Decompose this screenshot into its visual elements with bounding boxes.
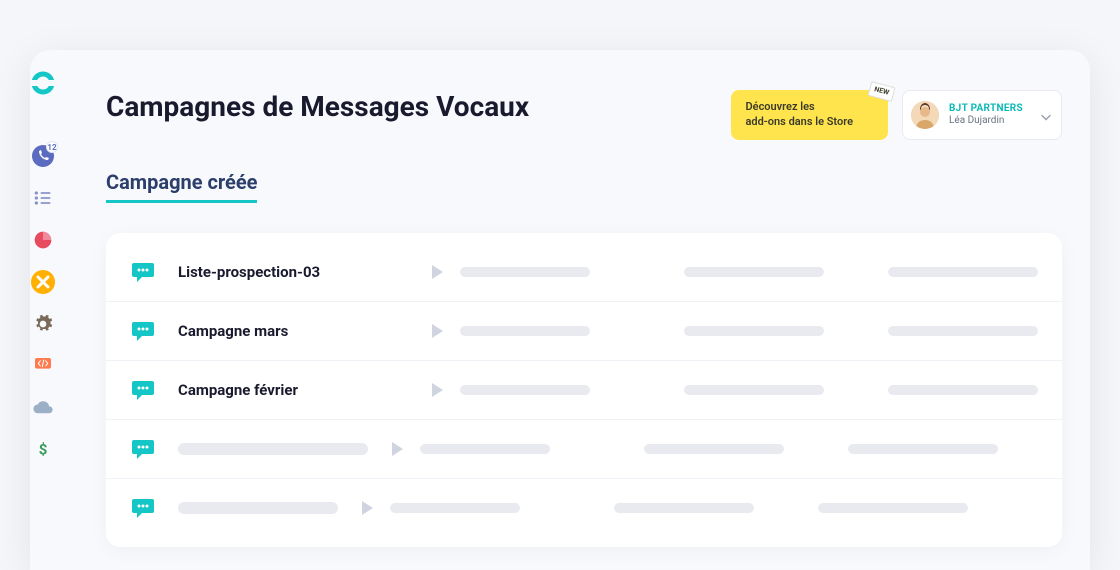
header: Campagnes de Messages Vocaux Découvrez l… bbox=[106, 90, 1062, 140]
sidebar-pie-icon[interactable] bbox=[31, 228, 55, 252]
table-row[interactable] bbox=[106, 420, 1062, 479]
play-button[interactable] bbox=[430, 323, 444, 339]
tab-campaign-created[interactable]: Campagne créée bbox=[106, 170, 257, 203]
placeholder-bar bbox=[888, 326, 1038, 336]
campaign-name: Liste-prospection-03 bbox=[178, 263, 408, 281]
placeholder-bar bbox=[614, 503, 754, 513]
play-button[interactable] bbox=[430, 264, 444, 280]
chat-bubble-icon bbox=[130, 436, 156, 462]
campaign-name: Campagne mars bbox=[178, 322, 408, 340]
campaigns-card: Liste-prospection-03 Campagne mars bbox=[106, 233, 1062, 547]
svg-text:$: $ bbox=[39, 441, 48, 459]
account-company: BJT PARTNERS bbox=[949, 103, 1023, 115]
campaign-name-placeholder bbox=[178, 443, 368, 455]
table-row[interactable]: Campagne février bbox=[106, 361, 1062, 420]
placeholder-bar bbox=[420, 444, 550, 454]
placeholder-bar bbox=[684, 385, 824, 395]
play-button[interactable] bbox=[360, 500, 374, 516]
account-selector[interactable]: BJT PARTNERS Léa Dujardin bbox=[902, 90, 1062, 140]
promo-line2: add-ons dans le Store bbox=[745, 115, 853, 128]
promo-ribbon: NEW bbox=[867, 81, 895, 102]
chat-bubble-icon bbox=[130, 318, 156, 344]
chevron-down-icon bbox=[1041, 105, 1051, 124]
sidebar: 12 $ bbox=[30, 50, 56, 570]
placeholder-bar bbox=[888, 385, 1038, 395]
sidebar-list-icon[interactable] bbox=[31, 186, 55, 210]
sidebar-gear-icon[interactable] bbox=[31, 312, 55, 336]
play-button[interactable] bbox=[390, 441, 404, 457]
sidebar-cloud-icon[interactable] bbox=[31, 396, 55, 420]
table-row[interactable]: Liste-prospection-03 bbox=[106, 243, 1062, 302]
placeholder-bar bbox=[888, 267, 1038, 277]
sidebar-code-icon[interactable] bbox=[31, 354, 55, 378]
chat-bubble-icon bbox=[130, 377, 156, 403]
app-frame: 12 $ Campagnes de Messages Vocaux bbox=[30, 50, 1090, 570]
placeholder-bar bbox=[644, 444, 784, 454]
app-logo-icon bbox=[30, 70, 56, 96]
campaign-name: Campagne février bbox=[178, 381, 408, 399]
table-row[interactable]: Campagne mars bbox=[106, 302, 1062, 361]
table-row[interactable] bbox=[106, 479, 1062, 537]
main-content: Campagnes de Messages Vocaux Découvrez l… bbox=[56, 50, 1090, 570]
sidebar-phone-icon[interactable]: 12 bbox=[31, 144, 55, 168]
avatar bbox=[911, 101, 939, 129]
placeholder-bar bbox=[684, 326, 824, 336]
placeholder-bar bbox=[460, 326, 590, 336]
placeholder-bar bbox=[818, 503, 968, 513]
placeholder-bar bbox=[848, 444, 998, 454]
phone-badge: 12 bbox=[46, 141, 58, 153]
chat-bubble-icon bbox=[130, 495, 156, 521]
placeholder-bar bbox=[684, 267, 824, 277]
placeholder-bar bbox=[390, 503, 520, 513]
placeholder-bar bbox=[460, 267, 590, 277]
chat-bubble-icon bbox=[130, 259, 156, 285]
sidebar-dollar-icon[interactable]: $ bbox=[31, 438, 55, 462]
page-title: Campagnes de Messages Vocaux bbox=[106, 90, 529, 123]
campaign-name-placeholder bbox=[178, 502, 338, 514]
account-user: Léa Dujardin bbox=[949, 115, 1023, 127]
sidebar-tools-icon[interactable] bbox=[31, 270, 55, 294]
promo-line1: Découvrez les bbox=[745, 100, 814, 113]
play-button[interactable] bbox=[430, 382, 444, 398]
placeholder-bar bbox=[460, 385, 590, 395]
promo-banner[interactable]: Découvrez les add-ons dans le Store NEW bbox=[731, 90, 888, 140]
header-right: Découvrez les add-ons dans le Store NEW … bbox=[731, 90, 1062, 140]
account-text: BJT PARTNERS Léa Dujardin bbox=[949, 103, 1023, 127]
